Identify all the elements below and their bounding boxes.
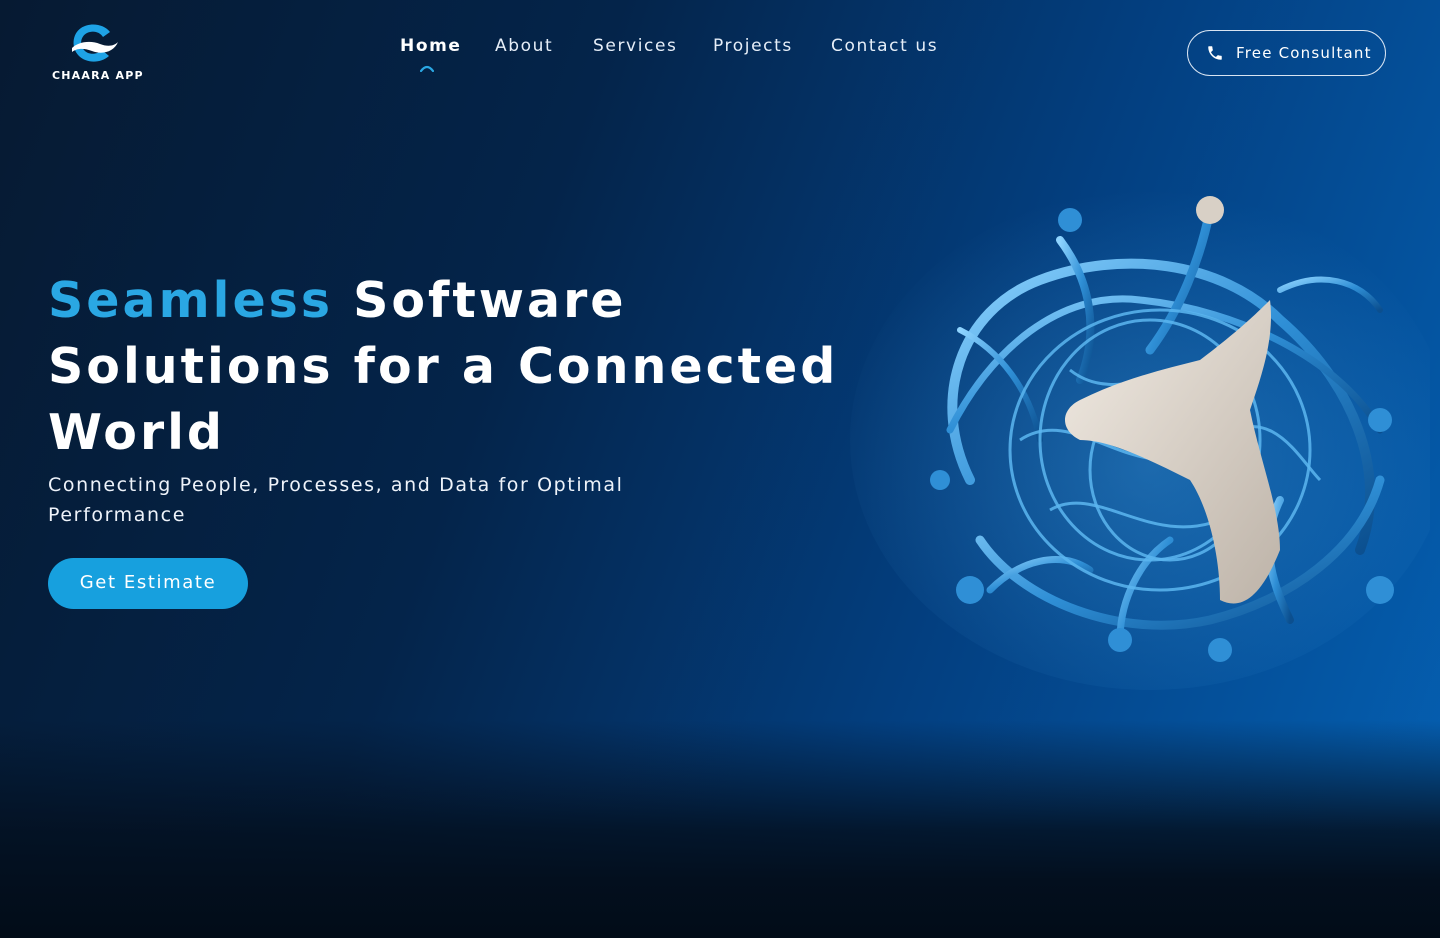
hero-title-line-1-rest: Software <box>353 272 627 329</box>
hero-subtitle: Connecting People, Processes, and Data f… <box>48 474 624 526</box>
hero-title-line-1: Seamless Software <box>48 268 848 334</box>
hero-title-line-3: World <box>48 404 226 461</box>
nav-item-services[interactable]: Services <box>593 36 678 56</box>
nav-item-home[interactable]: Home <box>400 36 462 56</box>
arc-indicator-icon <box>420 65 434 72</box>
brand-name: CHAARA APP <box>52 69 144 82</box>
hero-title-accent: Seamless <box>48 272 334 329</box>
free-consultant-button[interactable]: Free Consultant <box>1187 30 1386 76</box>
nav-item-contact-us[interactable]: Contact us <box>831 36 938 56</box>
nav-item-projects[interactable]: Projects <box>713 36 793 56</box>
free-consultant-label: Free Consultant <box>1236 44 1372 62</box>
abstract-3d-network-sculpture <box>850 190 1430 690</box>
hero-title: Seamless Software Solutions for a Connec… <box>48 268 848 466</box>
get-estimate-button[interactable]: Get Estimate <box>48 558 248 609</box>
get-estimate-label: Get Estimate <box>79 572 217 593</box>
nav-item-about[interactable]: About <box>495 36 553 56</box>
hero-title-line-2: Solutions for a Connected <box>48 338 839 395</box>
phone-icon <box>1208 46 1222 60</box>
